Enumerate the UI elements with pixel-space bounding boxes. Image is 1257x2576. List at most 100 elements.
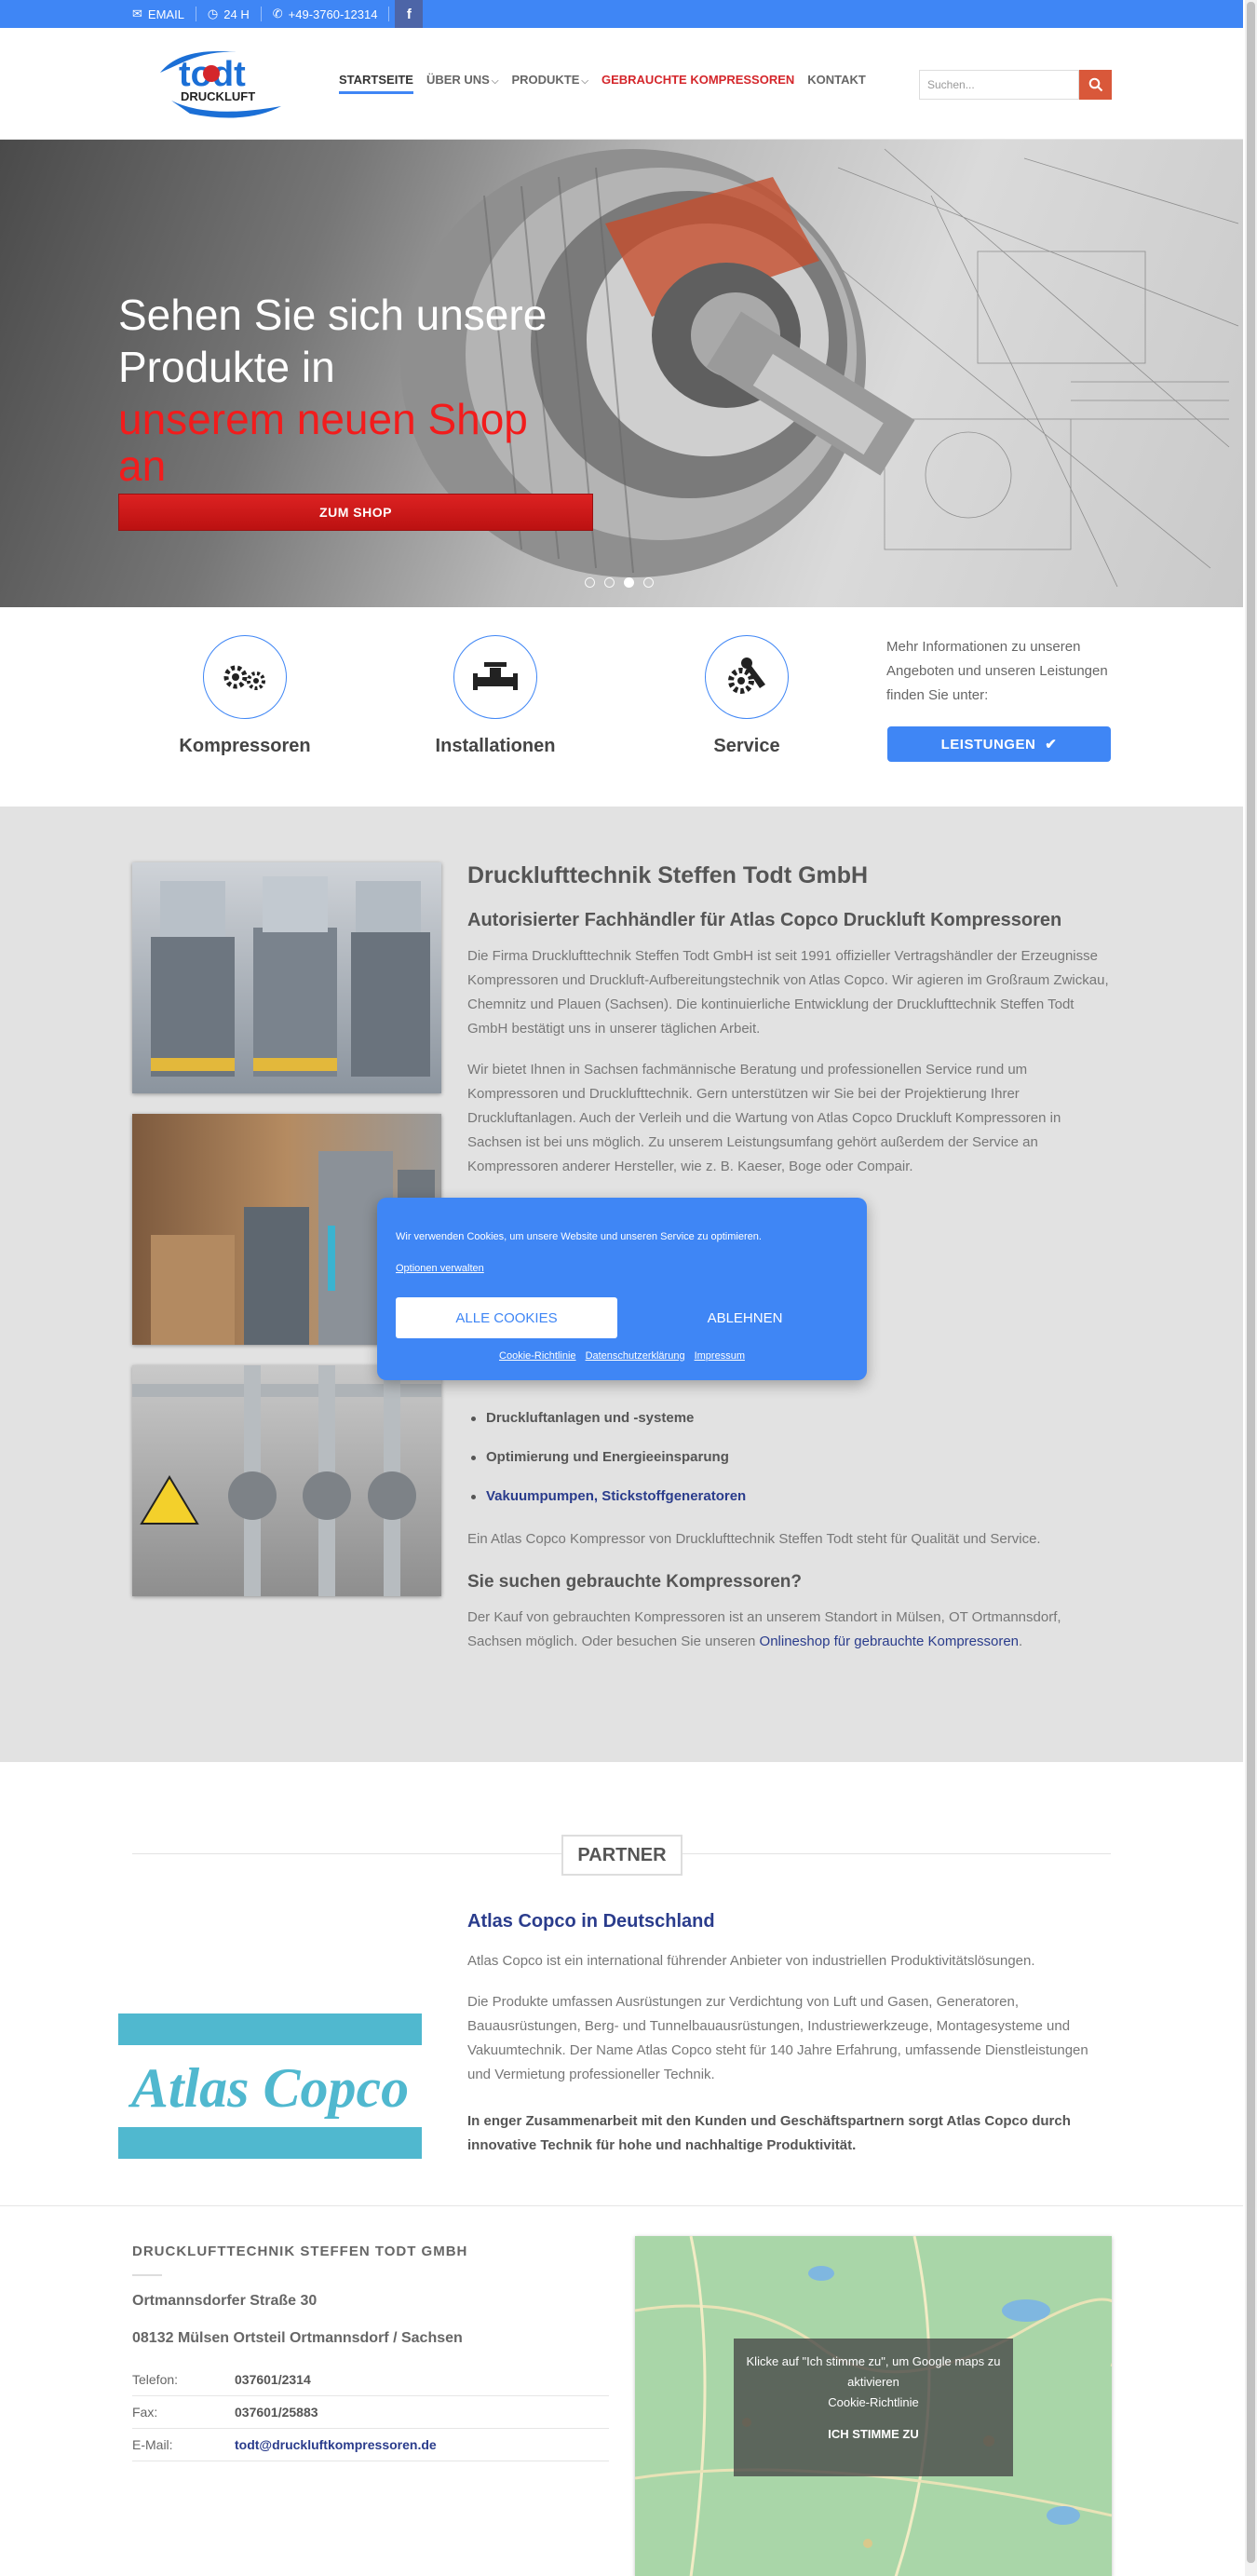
email-link[interactable]: ✉ EMAIL bbox=[132, 7, 196, 21]
phone-link[interactable]: ✆ +49-3760-12314 bbox=[262, 7, 390, 21]
phone-label: +49-3760-12314 bbox=[288, 7, 378, 21]
hero-line-2: Produkte in bbox=[118, 343, 335, 391]
cookie-banner: Wir verwenden Cookies, um unsere Website… bbox=[377, 1198, 867, 1380]
nav-gebrauchte-kompressoren[interactable]: GEBRAUCHTE KOMPRESSOREN bbox=[601, 73, 794, 100]
atlas-copco-logo[interactable]: Atlas Copco bbox=[116, 2012, 424, 2161]
phone-icon: ✆ bbox=[272, 7, 283, 20]
contact-row-telefon: Telefon: 037601/2314 bbox=[132, 2364, 609, 2396]
divider bbox=[132, 2274, 162, 2276]
site-header: todt DRUCKLUFT STARTSEITE ÜBER UNS⌵ PROD… bbox=[0, 28, 1243, 140]
onlineshop-link[interactable]: Onlineshop für gebrauchte Kompressoren bbox=[760, 1634, 1020, 1649]
feature-label: Service bbox=[713, 736, 780, 756]
nav-kontakt[interactable]: KONTAKT bbox=[807, 73, 866, 100]
feature-kompressoren[interactable]: Kompressoren bbox=[152, 635, 338, 757]
partner-paragraph-1: Atlas Copco ist ein international führen… bbox=[467, 1953, 1035, 1969]
cookie-message: Wir verwenden Cookies, um unsere Website… bbox=[396, 1231, 762, 1242]
partner-heading: PARTNER bbox=[561, 1835, 683, 1876]
contact-row-fax: Fax: 037601/25883 bbox=[132, 2396, 609, 2429]
partner-paragraph-3: In enger Zusammenarbeit mit den Kunden u… bbox=[467, 2113, 1071, 2153]
contact-row-email: E-Mail: todt@druckluftkompressoren.de bbox=[132, 2429, 609, 2461]
email-label: EMAIL bbox=[147, 7, 184, 21]
hero-headline: Sehen Sie sich unsere Produkte in unsere… bbox=[118, 289, 547, 490]
paragraph-end: . bbox=[1019, 1634, 1023, 1649]
privacy-policy-link[interactable]: Datenschutzerklärung bbox=[586, 1350, 685, 1362]
slide-dot-2[interactable] bbox=[604, 577, 615, 588]
map-consent-overlay: Klicke auf "Ich stimme zu", um Google ma… bbox=[734, 2339, 1013, 2476]
pipes-valves-photo bbox=[132, 1365, 441, 1596]
gears-icon bbox=[203, 635, 287, 719]
check-icon: ✔ bbox=[1045, 737, 1058, 752]
about-paragraph-2: Wir bietet Ihnen in Sachsen fachmännisch… bbox=[467, 1062, 1061, 1174]
hero-line-3: unserem neuen Shop bbox=[118, 395, 528, 443]
page-scrollbar[interactable] bbox=[1245, 0, 1257, 2576]
search-input[interactable]: Suchen... bbox=[919, 70, 1079, 100]
search-icon bbox=[1088, 77, 1102, 92]
main-nav: STARTSEITE ÜBER UNS ⌵ PRODUKTE ⌵ GEBRAUCHT… bbox=[339, 73, 866, 100]
list-item: Optimierung und Energieeinsparung bbox=[467, 1445, 1110, 1485]
partner-paragraph-2: Die Produkte umfassen Ausrüstungen zur V… bbox=[467, 1994, 1088, 2082]
hero-line-4: an bbox=[118, 441, 167, 490]
contact-value: 037601/2314 bbox=[235, 2372, 311, 2387]
clock-icon: ◷ bbox=[207, 7, 219, 20]
nav-startseite[interactable]: STARTSEITE bbox=[339, 73, 413, 100]
slide-dot-1[interactable] bbox=[585, 577, 595, 588]
hero-line-1: Sehen Sie sich unsere bbox=[118, 291, 547, 339]
zum-shop-button[interactable]: ZUM SHOP bbox=[118, 494, 593, 531]
company-name: DRUCKLUFTTECHNIK STEFFEN TODT GMBH bbox=[132, 2244, 468, 2259]
wrench-gear-icon bbox=[705, 635, 789, 719]
partner-section: PARTNER Atlas Copco Atlas Copco in Deuts… bbox=[0, 1762, 1243, 2206]
about-paragraph-3: Ein Atlas Copco Kompressor von Druckluft… bbox=[467, 1531, 1041, 1547]
chevron-down-icon: ⌵ bbox=[581, 76, 588, 87]
site-logo[interactable]: todt DRUCKLUFT bbox=[153, 45, 289, 119]
svg-text:Atlas Copco: Atlas Copco bbox=[128, 2057, 409, 2119]
map-accept-button[interactable]: ICH STIMME ZU bbox=[734, 2424, 1013, 2445]
features-info-text: Mehr Informationen zu unseren Angeboten … bbox=[886, 639, 1108, 703]
used-compressors-heading: Sie suchen gebrauchte Kompressoren? bbox=[467, 1572, 802, 1592]
cookie-options-link[interactable]: Optionen verwalten bbox=[396, 1263, 484, 1274]
search-form: Suchen... bbox=[919, 70, 1112, 100]
slide-dot-3[interactable] bbox=[624, 577, 634, 588]
hours-label: 24 H bbox=[223, 7, 250, 21]
cookie-links: Cookie-Richtlinie Datenschutzerklärung I… bbox=[377, 1350, 867, 1362]
nav-produkte[interactable]: PRODUKTE ⌵ bbox=[511, 73, 588, 100]
contact-value: 037601/25883 bbox=[235, 2405, 318, 2420]
google-map-placeholder: Klicke auf "Ich stimme zu", um Google ma… bbox=[635, 2236, 1112, 2576]
partner-content: Atlas Copco in Deutschland Atlas Copco i… bbox=[467, 1911, 1110, 2158]
about-paragraph-4: Der Kauf von gebrauchten Kompressoren is… bbox=[467, 1606, 1110, 1654]
map-consent-text: Klicke auf "Ich stimme zu", um Google ma… bbox=[746, 2354, 1001, 2389]
list-item-link[interactable]: Vakuumpumpen, Stickstoffgeneratoren bbox=[467, 1485, 1110, 1524]
search-button[interactable] bbox=[1079, 70, 1112, 100]
leistungen-button[interactable]: LEISTUNGEN ✔ bbox=[887, 726, 1111, 762]
about-paragraph-1: Die Firma Drucklufttechnik Steffen Todt … bbox=[467, 948, 1109, 1037]
email-link[interactable]: todt@druckluftkompressoren.de bbox=[235, 2437, 437, 2452]
services-list: Druckluftanlagen und -systeme Optimierun… bbox=[467, 1406, 1110, 1524]
contact-footer: DRUCKLUFTTECHNIK STEFFEN TODT GMBH Ortma… bbox=[0, 2206, 1243, 2576]
imprint-link[interactable]: Impressum bbox=[695, 1350, 745, 1362]
compressor-room-photo bbox=[132, 862, 441, 1093]
slide-dot-4[interactable] bbox=[643, 577, 654, 588]
partner-title: Atlas Copco in Deutschland bbox=[467, 1911, 715, 1932]
feature-installationen[interactable]: Installationen bbox=[402, 635, 588, 757]
contact-key: Telefon: bbox=[132, 2372, 179, 2387]
envelope-icon: ✉ bbox=[132, 7, 142, 20]
page: ✉ EMAIL ◷ 24 H ✆ +49-3760-12314 f todt D… bbox=[0, 0, 1243, 2576]
features-section: Kompressoren Installationen Service Mehr… bbox=[0, 607, 1243, 807]
street-address: Ortmannsdorfer Straße 30 bbox=[132, 2293, 318, 2309]
decline-cookies-button[interactable]: ABLEHNEN bbox=[638, 1297, 852, 1338]
slider-dots bbox=[585, 577, 654, 588]
top-bar: ✉ EMAIL ◷ 24 H ✆ +49-3760-12314 f bbox=[0, 0, 1243, 28]
accept-all-cookies-button[interactable]: ALLE COOKIES bbox=[396, 1297, 617, 1338]
leistungen-label: LEISTUNGEN bbox=[940, 736, 1036, 752]
cookie-policy-link[interactable]: Cookie-Richtlinie bbox=[499, 1350, 576, 1362]
about-title: Drucklufttechnik Steffen Todt GmbH bbox=[467, 862, 869, 888]
map-cookie-policy-link[interactable]: Cookie-Richtlinie bbox=[734, 2393, 1013, 2413]
hero-slider: Sehen Sie sich unsere Produkte in unsere… bbox=[0, 140, 1243, 607]
contact-key: E-Mail: bbox=[132, 2437, 173, 2452]
chevron-down-icon: ⌵ bbox=[491, 76, 499, 87]
facebook-icon[interactable]: f bbox=[395, 0, 424, 28]
scrollbar-thumb[interactable] bbox=[1247, 2, 1255, 2563]
about-subtitle: Autorisierter Fachhändler für Atlas Copc… bbox=[467, 910, 1062, 930]
nav-ueber-uns[interactable]: ÜBER UNS ⌵ bbox=[426, 73, 499, 100]
feature-service[interactable]: Service bbox=[654, 635, 840, 757]
feature-label: Installationen bbox=[435, 736, 556, 756]
